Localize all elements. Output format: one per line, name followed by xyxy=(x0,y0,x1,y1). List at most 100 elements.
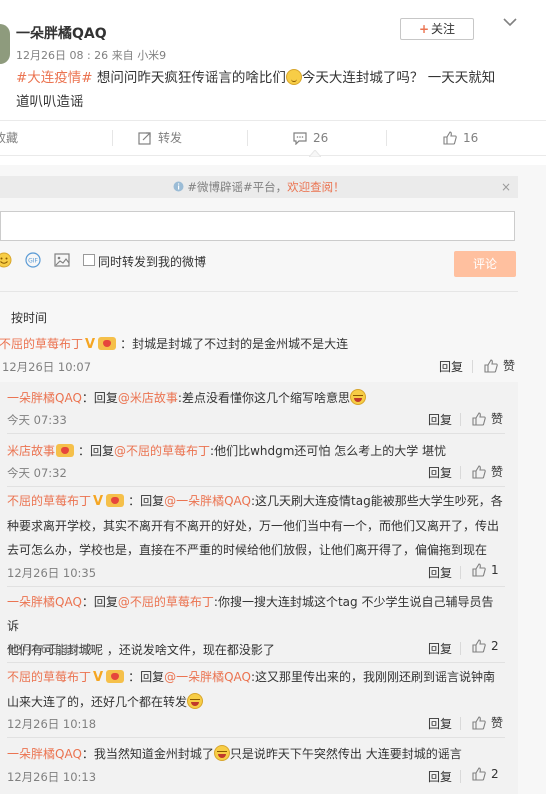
like-label: 赞 xyxy=(491,716,504,730)
comment-body: 种要求离开学校，其实不离开有不离开的好处，万一他们当中有一个，而他们又离开了，传… xyxy=(7,519,500,533)
post-text: #大连疫情# 想问问昨天疯狂传谣言的啥比们 今天大连封城了吗？ 一天天就知 道叭叭… xyxy=(16,66,521,114)
comment-like-button[interactable]: 赞 xyxy=(484,357,515,374)
gif-icon[interactable]: GIF xyxy=(25,252,41,268)
action-bar: 收藏 转发 26 16 xyxy=(0,120,546,156)
reply-button[interactable]: 回复 xyxy=(428,640,452,657)
post-text-part3: 道叭叭造谣 xyxy=(16,94,84,110)
reply-prefix: ：回复 xyxy=(81,595,118,609)
smile-emoji-icon xyxy=(285,69,302,85)
post-text-part1: 想问问昨天疯狂传谣言的啥比们 xyxy=(96,70,286,86)
like-count: 2 xyxy=(491,767,499,781)
follow-button[interactable]: + 关注 xyxy=(400,18,474,40)
divider xyxy=(460,717,461,730)
mention-link[interactable]: @一朵胖橘QAQ xyxy=(164,494,251,508)
emoji-icon[interactable] xyxy=(0,252,12,268)
verified-icon: V xyxy=(93,494,104,509)
sub-comment-text: 米店故事 ：回复@不屈的草莓布丁:他们比whdgm还可怕 怎么考上的大学 堪忧 xyxy=(7,442,446,459)
forward-icon xyxy=(138,132,151,145)
post-username[interactable]: 一朵胖橘QAQ xyxy=(16,23,107,43)
row-divider xyxy=(7,433,505,434)
favorite-label: 收藏 xyxy=(0,131,19,145)
divider xyxy=(112,130,113,146)
comment-author[interactable]: 一朵胖橘QAQ xyxy=(7,391,82,405)
sub-comment-text: 不屈的草莓布丁 V ：回复@一朵胖橘QAQ:这几天刷大连疫情tag能被那些大学生吵死… xyxy=(7,489,505,562)
row-divider xyxy=(7,486,505,487)
comment-author[interactable]: 不屈的草莓布丁 xyxy=(7,670,91,684)
plus-icon: + xyxy=(418,22,430,36)
reply-button[interactable]: 回复 xyxy=(428,768,452,785)
comment-body: ：封城是封城了不过封的是金州城不是大连 xyxy=(120,337,349,351)
mention-link[interactable]: @米店故事 xyxy=(118,391,178,405)
submit-comment-button[interactable]: 评论 xyxy=(454,251,516,277)
avatar[interactable] xyxy=(0,24,10,64)
thumbs-up-icon xyxy=(472,464,486,479)
comment-like-button[interactable]: 赞 xyxy=(472,410,503,427)
comment-author[interactable]: 不屈的草莓布丁 xyxy=(7,494,91,508)
post-text-part2: 今天大连封城了吗？ 一天天就知 xyxy=(301,70,496,86)
forward-checkbox-label[interactable]: 同时转发到我的微博 xyxy=(98,253,206,270)
verified-icon: V xyxy=(93,670,104,685)
reply-button[interactable]: 回复 xyxy=(428,715,452,732)
divider xyxy=(460,566,461,579)
member-badge-icon xyxy=(98,337,117,350)
comment-time: 12月26日 10:13 xyxy=(7,770,97,784)
comment-like-button[interactable]: 赞 xyxy=(472,463,503,480)
favorite-button[interactable]: 收藏 xyxy=(0,121,18,155)
comment-body: :他们比whdgm还可怕 怎么考上的大学 堪忧 xyxy=(210,444,447,458)
like-label: 赞 xyxy=(491,412,504,426)
mention-link[interactable]: @不屈的草莓布丁 xyxy=(114,444,210,458)
rumor-notice: #微博辟谣#平台，欢迎查阅！ xyxy=(0,176,518,198)
comment-time: 今天 07:32 xyxy=(7,466,67,480)
comment-input[interactable] xyxy=(0,211,515,241)
divider xyxy=(247,130,248,146)
forward-label: 转发 xyxy=(158,131,183,145)
comment-author[interactable]: 不屈的草莓布丁 xyxy=(0,337,83,351)
row-divider xyxy=(7,586,505,587)
comment-author[interactable]: 米店故事 xyxy=(7,444,55,458)
notice-link[interactable]: 欢迎查阅！ xyxy=(287,180,345,194)
comment-time: 12月26日 10:18 xyxy=(7,717,97,731)
row-divider xyxy=(7,737,505,738)
divider xyxy=(460,642,461,655)
follow-label: 关注 xyxy=(431,22,456,36)
divider xyxy=(460,466,461,479)
comment-author[interactable]: 一朵胖橘QAQ xyxy=(7,595,82,609)
sub-comment-text: 不屈的草莓布丁 V ：回复@一朵胖橘QAQ:这又那里传出来的，我刚刚还刷到谣言说钟南… xyxy=(7,665,505,714)
reply-prefix: ：回复 xyxy=(81,391,118,405)
laugh-emoji-icon xyxy=(349,389,366,405)
like-button[interactable]: 16 xyxy=(443,121,478,155)
forward-button[interactable]: 转发 xyxy=(138,121,182,155)
comment-like-button[interactable]: 赞 xyxy=(472,714,503,731)
mention-link[interactable]: @一朵胖橘QAQ xyxy=(164,670,251,684)
comment-body: :这又那里传出来的，我刚刚还刷到谣言说钟南 xyxy=(250,670,496,684)
notice-text[interactable]: #微博辟谣#平台， xyxy=(187,180,287,194)
comment-like-button[interactable]: 2 xyxy=(472,639,499,653)
row-divider xyxy=(7,662,505,663)
reply-button[interactable]: 回复 xyxy=(428,411,452,428)
close-icon[interactable]: × xyxy=(496,176,516,198)
comment-body: 去可怎么办，学校也是，直接在不严重的时候给他们放假，让他们离开得了，偏偏拖到现在 xyxy=(7,543,488,557)
comment-body: ：我当然知道金州封城了 xyxy=(81,747,214,761)
reply-button[interactable]: 回复 xyxy=(428,464,452,481)
comment-body: 山来大连了的，还好几个都在转发 xyxy=(7,695,188,709)
reply-button[interactable]: 回复 xyxy=(428,564,452,581)
comment-body: :差点没看懂你这几个缩写啥意思 xyxy=(177,391,350,405)
chevron-down-icon[interactable] xyxy=(500,14,520,30)
laugh-emoji-icon xyxy=(213,745,230,761)
comment-like-button[interactable]: 1 xyxy=(472,563,499,577)
reply-button[interactable]: 回复 xyxy=(439,358,463,375)
reply-prefix: ：回复 xyxy=(128,494,165,508)
forward-checkbox[interactable] xyxy=(83,254,95,266)
mention-link[interactable]: @不屈的草莓布丁 xyxy=(118,595,214,609)
post-topic-link[interactable]: #大连疫情# xyxy=(16,70,93,86)
member-badge-icon xyxy=(106,494,125,507)
comment-like-button[interactable]: 2 xyxy=(472,767,499,781)
image-icon[interactable] xyxy=(54,252,70,268)
comment-author[interactable]: 一朵胖橘QAQ xyxy=(7,747,82,761)
sort-by-time[interactable]: 按时间 xyxy=(11,309,47,326)
post-time[interactable]: 12月26日 08 : 26 xyxy=(16,49,108,62)
reply-prefix: ：回复 xyxy=(78,444,115,458)
member-badge-icon xyxy=(106,670,125,683)
reply-prefix: ：回复 xyxy=(128,670,165,684)
post-source[interactable]: 小米9 xyxy=(137,49,166,62)
